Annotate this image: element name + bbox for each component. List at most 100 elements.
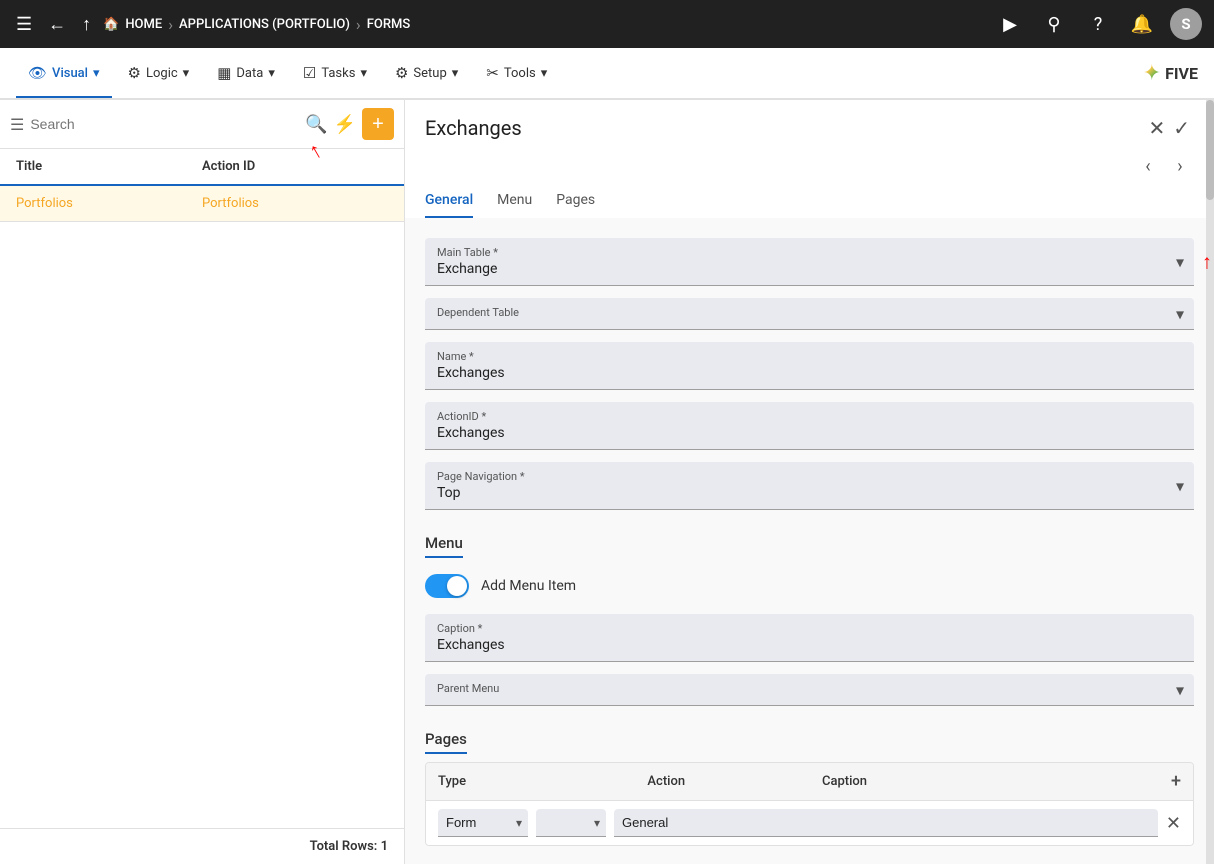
caption-value: Exchanges [437, 637, 505, 653]
top-nav: ☰ ← ↑ 🏠 HOME › APPLICATIONS (PORTFOLIO) … [0, 0, 1214, 48]
table-header: Title Action ID [0, 149, 404, 186]
pages-table-header: Type Action Caption + [426, 763, 1193, 800]
parent-menu-label: Parent Menu [437, 682, 1182, 695]
close-icon[interactable]: ✕ [1144, 112, 1169, 144]
add-button[interactable]: + [362, 108, 394, 140]
tab-setup-label: Setup [413, 66, 446, 81]
pages-col-caption: Caption [822, 774, 1171, 789]
page-caption-input[interactable] [614, 809, 1158, 837]
page-nav-value: Top [437, 485, 461, 501]
col-action-header: Action ID [202, 159, 388, 174]
filter-icon[interactable]: ☰ [10, 115, 24, 134]
five-logo: ✦ FIVE [1143, 61, 1198, 86]
breadcrumb: 🏠 HOME › APPLICATIONS (PORTFOLIO) › FORM… [103, 15, 986, 34]
dependent-table-label: Dependent Table [437, 306, 1182, 319]
name-field[interactable]: Name * Exchanges [425, 342, 1194, 390]
dependent-table-dropdown-icon[interactable]: ▾ [1176, 304, 1184, 323]
menu-section: Menu Add Menu Item Caption * Exchanges P… [425, 534, 1194, 706]
breadcrumb-forms[interactable]: FORMS [367, 17, 411, 32]
setup-icon: ⚙ [395, 64, 408, 82]
total-rows: Total Rows: 1 [0, 828, 404, 864]
up-icon[interactable]: ↑ [78, 10, 95, 39]
bolt-icon[interactable]: ⚡ [334, 114, 356, 135]
page-action-select-wrap [536, 809, 606, 837]
tasks-icon: ☑ [303, 64, 316, 82]
main-table-dropdown-icon[interactable]: ▾ [1176, 252, 1184, 271]
page-nav-label: Page Navigation * [437, 470, 1182, 483]
caption-label: Caption * [437, 622, 1182, 635]
row-title: Portfolios [16, 196, 202, 211]
search-bar: ☰ 🔍 ⚡ + ↑ [0, 100, 404, 149]
toggle-row: Add Menu Item [425, 574, 1194, 598]
breadcrumb-sep-2: › [356, 15, 361, 34]
parent-menu-dropdown-icon[interactable]: ▾ [1176, 680, 1184, 699]
next-arrow[interactable]: › [1166, 152, 1194, 180]
prev-arrow[interactable]: ‹ [1134, 152, 1162, 180]
home-icon[interactable]: 🏠 [103, 17, 119, 32]
search-nav-icon[interactable]: ⚲ [1038, 8, 1070, 40]
help-icon[interactable]: ? [1082, 8, 1114, 40]
check-icon[interactable]: ✓ [1169, 112, 1194, 144]
bell-icon[interactable]: 🔔 [1126, 8, 1158, 40]
pages-table-row: Form ✕ [426, 800, 1193, 845]
tab-logic-label: Logic [146, 66, 178, 81]
pages-add-icon[interactable]: + [1171, 771, 1181, 792]
right-scrollbar[interactable] [1206, 100, 1214, 864]
avatar[interactable]: S [1170, 8, 1202, 40]
tab-general[interactable]: General [425, 180, 473, 218]
pages-col-action: Action [647, 774, 822, 789]
action-id-label: ActionID * [437, 410, 1182, 423]
tab-visual[interactable]: 👁 Visual ▾ [16, 58, 112, 88]
breadcrumb-home[interactable]: HOME [125, 17, 162, 32]
page-type-select-wrap: Form [438, 809, 528, 837]
menu-icon[interactable]: ☰ [12, 10, 36, 39]
parent-menu-field[interactable]: Parent Menu ▾ [425, 674, 1194, 706]
main-table-field[interactable]: Main Table * Exchange ▾ ↑ [425, 238, 1194, 286]
page-action-select[interactable] [536, 809, 606, 837]
tab-setup[interactable]: ⚙ Setup ▾ [383, 58, 470, 88]
add-menu-toggle[interactable] [425, 574, 469, 598]
page-caption-clear-icon[interactable]: ✕ [1166, 813, 1181, 834]
caption-field[interactable]: Caption * Exchanges [425, 614, 1194, 662]
pages-section: Pages Type Action Caption + Form [425, 730, 1194, 846]
tab-data[interactable]: ▦ Data ▾ [205, 58, 287, 88]
five-star-icon: ✦ [1143, 61, 1161, 86]
name-label: Name * [437, 350, 1182, 363]
breadcrumb-apps[interactable]: APPLICATIONS (PORTFOLIO) [179, 17, 350, 32]
visual-icon: 👁 [28, 64, 47, 82]
page-type-select[interactable]: Form [438, 809, 528, 837]
top-nav-actions: ▶ ⚲ ? 🔔 S [994, 8, 1202, 40]
main-table-label: Main Table * [437, 246, 1182, 259]
tab-menu[interactable]: Menu [497, 180, 532, 218]
tab-tools[interactable]: ✂ Tools ▾ [474, 58, 559, 88]
toggle-label: Add Menu Item [481, 578, 576, 594]
tab-pages[interactable]: Pages [556, 180, 595, 218]
red-arrow-main-table: ↑ [1202, 249, 1212, 274]
tab-logic[interactable]: ⚙ Logic ▾ [116, 58, 202, 88]
search-icon[interactable]: 🔍 [305, 114, 327, 135]
action-id-field[interactable]: ActionID * Exchanges [425, 402, 1194, 450]
table-row[interactable]: Portfolios Portfolios [0, 186, 404, 222]
row-action-id: Portfolios [202, 196, 388, 211]
panel-title: Exchanges [425, 116, 1144, 140]
pages-heading: Pages [425, 730, 467, 754]
panel-header: Exchanges ✕ ✓ [405, 100, 1214, 144]
tools-icon: ✂ [486, 64, 499, 82]
page-nav-field[interactable]: Page Navigation * Top ▾ [425, 462, 1194, 510]
left-panel: ☰ 🔍 ⚡ + ↑ Title Action ID Portfolios Por… [0, 100, 405, 864]
tab-tasks[interactable]: ☑ Tasks ▾ [291, 58, 379, 88]
search-input[interactable] [30, 116, 299, 132]
play-icon[interactable]: ▶ [994, 8, 1026, 40]
data-icon: ▦ [217, 64, 231, 82]
tab-data-label: Data [236, 66, 263, 81]
dependent-table-field[interactable]: Dependent Table ▾ [425, 298, 1194, 330]
back-icon[interactable]: ← [44, 10, 70, 39]
tab-tasks-label: Tasks [321, 66, 355, 81]
panel-tabs: General Menu Pages [405, 180, 1214, 218]
logic-icon: ⚙ [128, 64, 141, 82]
tab-visual-label: Visual [52, 66, 88, 81]
toolbar: 👁 Visual ▾ ⚙ Logic ▾ ▦ Data ▾ ☑ Tasks ▾ … [0, 48, 1214, 100]
main-table-value: Exchange [437, 261, 497, 277]
action-id-value: Exchanges [437, 425, 505, 441]
page-nav-dropdown-icon[interactable]: ▾ [1176, 476, 1184, 495]
